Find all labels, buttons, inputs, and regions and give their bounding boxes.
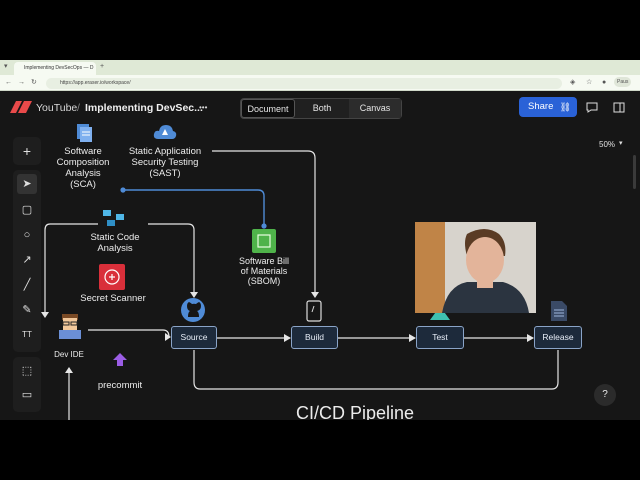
- arrowhead-release-left: [527, 334, 534, 342]
- sbom-chip-icon[interactable]: [252, 229, 276, 253]
- arrowhead-ide: [41, 312, 49, 318]
- add-shape-toolbar: +: [13, 137, 41, 165]
- connector-handle-end: [261, 223, 267, 229]
- developer-avatar-icon[interactable]: [56, 313, 84, 339]
- build-device-icon[interactable]: [306, 300, 322, 322]
- network-blocks-icon[interactable]: [102, 208, 128, 228]
- dev-ide-label[interactable]: Dev IDE: [48, 349, 90, 360]
- line-icon[interactable]: ╱: [17, 275, 37, 295]
- pipeline-title[interactable]: CI/CD Pipeline: [296, 403, 414, 420]
- frame-icon[interactable]: ⬚: [17, 361, 37, 381]
- github-icon[interactable]: [180, 297, 206, 323]
- upload-arrow-icon[interactable]: [112, 352, 128, 368]
- arrowhead-build: [311, 292, 319, 298]
- secret-scanner-icon[interactable]: [99, 264, 125, 290]
- sast-label[interactable]: Static Application Security Testing (SAS…: [118, 146, 212, 179]
- cloud-scan-icon[interactable]: [153, 122, 177, 142]
- arrowhead-ide-bottom: [65, 367, 73, 373]
- static-code-label[interactable]: Static Code Analysis: [82, 232, 148, 254]
- sbom-label[interactable]: Software Bill of Materials (SBOM): [229, 256, 299, 286]
- sca-label[interactable]: Software Composition Analysis (SCA): [50, 146, 116, 190]
- static-code-to-source-connector: [148, 223, 195, 292]
- arrowhead-build-left: [284, 334, 291, 342]
- webcam-video[interactable]: [415, 222, 536, 313]
- ide-to-source-connector: [88, 329, 170, 338]
- rectangle-icon[interactable]: ▢: [17, 200, 37, 220]
- stage-build[interactable]: Build: [291, 326, 338, 349]
- left-toolbar-bottom: ⬚ ▭: [13, 357, 41, 412]
- comment-icon[interactable]: ▭: [17, 385, 37, 405]
- left-toolbar: ➤ ▢ ○ ↗ ╱ ✎ TT: [13, 170, 41, 352]
- sbom-connector: [123, 189, 265, 226]
- presenter-person-icon: [442, 229, 529, 313]
- screen: Implementing DevSecOps — D ▾ + ← → ↻ htt…: [0, 60, 640, 420]
- release-document-icon[interactable]: [550, 300, 568, 322]
- text-icon[interactable]: TT: [17, 325, 37, 345]
- select-arrow-icon[interactable]: ➤: [17, 174, 37, 194]
- stage-release[interactable]: Release: [534, 326, 582, 349]
- stage-test[interactable]: Test: [416, 326, 464, 349]
- precommit-label[interactable]: precommit: [92, 380, 148, 391]
- connector-handle-start: [120, 187, 126, 193]
- plus-icon[interactable]: +: [17, 141, 37, 161]
- circle-icon[interactable]: ○: [17, 225, 37, 245]
- arrow-icon[interactable]: ↗: [17, 250, 37, 270]
- stage-source[interactable]: Source: [171, 326, 217, 349]
- help-button[interactable]: ?: [594, 384, 616, 406]
- pen-icon[interactable]: ✎: [17, 300, 37, 320]
- feedback-loop-connector: [193, 350, 559, 390]
- document-stack-icon[interactable]: [73, 122, 95, 144]
- secret-scanner-label[interactable]: Secret Scanner: [70, 293, 156, 304]
- arrowhead-test-left: [409, 334, 416, 342]
